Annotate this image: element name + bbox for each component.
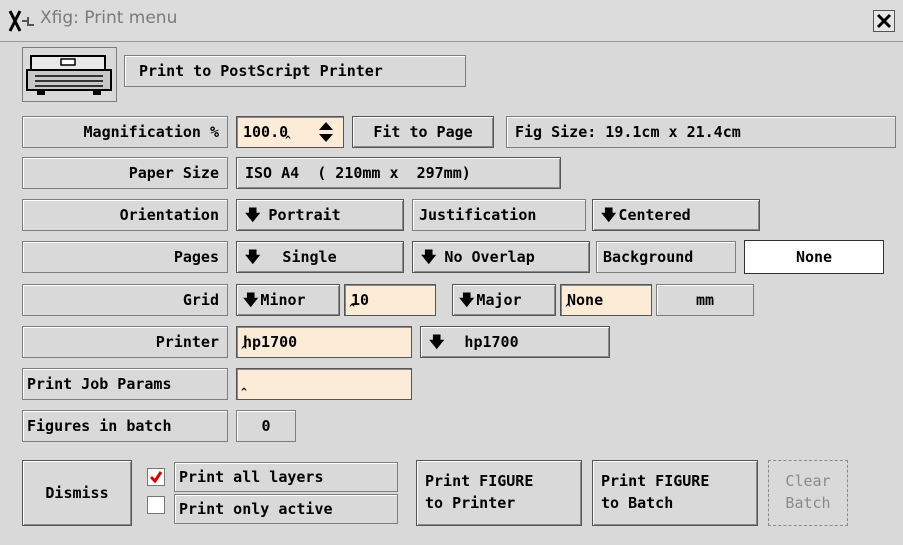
clear-batch-line2: Batch <box>785 494 831 512</box>
overlap-value: No Overlap <box>444 248 535 266</box>
close-button[interactable] <box>873 10 895 32</box>
all-layers-checkbox[interactable] <box>147 468 165 486</box>
text-cursor-icon: ^ <box>241 345 248 356</box>
printer-icon <box>26 55 112 95</box>
clear-batch-line1: Clear <box>785 472 831 490</box>
printer-value: hp1700 <box>243 333 298 351</box>
major-grid-label: Major <box>476 291 522 309</box>
magnification-value: 100.0 <box>243 123 289 141</box>
minor-grid-button[interactable]: 🡇 Minor <box>236 284 340 316</box>
active-layer-label[interactable]: Print only active <box>174 494 398 524</box>
paper-size-button[interactable]: ISO A4 ( 210mm x 297mm) <box>236 157 561 189</box>
grid-units-label: mm <box>656 284 754 316</box>
check-icon <box>149 471 163 484</box>
printer-menu-button[interactable]: 🡇 hp1700 <box>420 326 610 358</box>
job-params-input[interactable]: ^ <box>236 368 412 400</box>
pages-button[interactable]: 🡇 Single <box>236 241 404 273</box>
pages-value: Single <box>282 248 337 266</box>
orientation-value: Portrait <box>268 206 341 224</box>
paper-size-label: Paper Size <box>22 157 228 189</box>
down-arrow-icon: 🡇 <box>601 206 617 224</box>
print-to-batch-line2: to Batch <box>601 494 674 512</box>
print-to-batch-line1: Print FIGURE <box>601 472 710 490</box>
down-arrow-icon: 🡇 <box>421 248 437 266</box>
job-params-label: Print Job Params <box>22 368 228 400</box>
printer-menu-value: hp1700 <box>464 333 519 351</box>
justification-button[interactable]: 🡇 Centered <box>592 199 760 231</box>
down-arrow-icon: 🡇 <box>243 291 259 309</box>
x-logo-icon <box>8 10 34 32</box>
figures-in-batch-label: Figures in batch <box>22 410 228 442</box>
down-arrow-icon: 🡇 <box>245 206 261 224</box>
background-color-button[interactable]: None <box>744 240 884 274</box>
dismiss-button[interactable]: Dismiss <box>22 460 132 526</box>
print-to-printer-line1: Print FIGURE <box>425 472 534 490</box>
justification-value: Centered <box>618 206 691 224</box>
title-bar: Xfig: Print menu <box>0 0 903 42</box>
orientation-label: Orientation <box>22 199 228 231</box>
printer-input[interactable]: hp1700 ^ <box>236 326 412 358</box>
print-to-label: Print to PostScript Printer <box>124 55 466 87</box>
printer-icon-box <box>22 47 117 102</box>
overlap-button[interactable]: 🡇 No Overlap <box>412 241 590 273</box>
text-cursor-icon: ^ <box>565 303 572 314</box>
text-cursor-icon: ^ <box>241 387 248 398</box>
grid-label: Grid <box>22 284 228 316</box>
spinner-arrows-icon[interactable] <box>317 120 335 144</box>
text-cursor-icon: ^ <box>285 135 292 146</box>
pages-label: Pages <box>22 241 228 273</box>
printer-label: Printer <box>22 326 228 358</box>
active-layer-checkbox[interactable] <box>147 496 165 514</box>
justification-label: Justification <box>412 199 586 231</box>
down-arrow-icon: 🡇 <box>459 291 475 309</box>
print-to-batch-button[interactable]: Print FIGURE to Batch <box>592 460 758 526</box>
minor-grid-input[interactable]: 10 ^ <box>344 284 436 316</box>
down-arrow-icon: 🡇 <box>429 333 445 351</box>
print-to-printer-button[interactable]: Print FIGURE to Printer <box>416 460 582 526</box>
figures-in-batch-count: 0 <box>236 410 296 442</box>
magnification-label: Magnification % <box>22 116 228 148</box>
minor-grid-label: Minor <box>260 291 306 309</box>
window-title: Xfig: Print menu <box>40 8 178 28</box>
text-cursor-icon: ^ <box>349 303 356 314</box>
orientation-button[interactable]: 🡇 Portrait <box>236 199 404 231</box>
magnification-input[interactable]: 100.0 ^ <box>236 116 344 148</box>
major-grid-value: None <box>567 291 604 309</box>
fit-to-page-button[interactable]: Fit to Page <box>352 116 494 148</box>
close-icon <box>876 13 892 29</box>
all-layers-label[interactable]: Print all layers <box>174 462 398 492</box>
down-arrow-icon: 🡇 <box>245 248 261 266</box>
print-to-printer-line2: to Printer <box>425 494 516 512</box>
fig-size-label: Fig Size: 19.1cm x 21.4cm <box>506 116 896 148</box>
major-grid-input[interactable]: None ^ <box>560 284 652 316</box>
major-grid-button[interactable]: 🡇 Major <box>452 284 556 316</box>
clear-batch-button[interactable]: Clear Batch <box>768 460 848 526</box>
background-label: Background <box>596 241 736 273</box>
